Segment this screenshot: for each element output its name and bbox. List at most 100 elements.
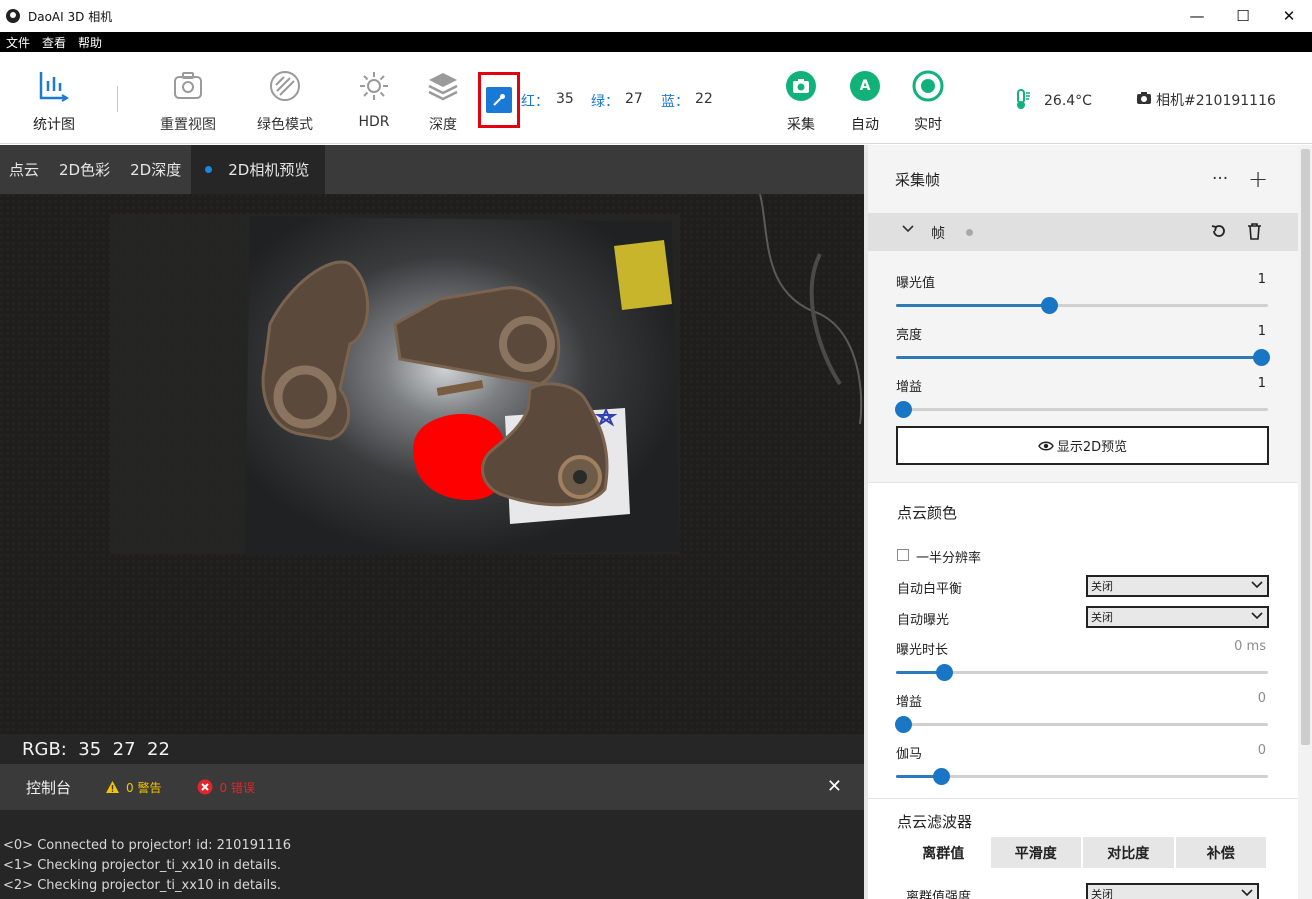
gain-track[interactable] <box>895 401 1268 418</box>
tab-2d-depth[interactable]: 2D深度 <box>120 145 191 194</box>
menu-bar: 文件 查看 帮助 <box>0 32 1312 52</box>
frame-row[interactable]: 帧 <box>868 213 1298 251</box>
log-line: <2> Checking projector_ti_xx10 in detail… <box>3 878 282 893</box>
panel-scrollbar-thumb[interactable] <box>1301 149 1310 745</box>
toolbar-separator <box>117 86 118 112</box>
more-options-icon[interactable]: ··· <box>1212 169 1228 189</box>
rgb-status-text: RGB: 35 27 22 <box>22 738 170 760</box>
capture-label: 采集 <box>787 117 815 133</box>
gamma-track[interactable] <box>896 768 1268 785</box>
frame-status-dot <box>966 229 973 236</box>
hdr-button[interactable]: HDR <box>334 66 414 130</box>
stats-button[interactable]: 统计图 <box>14 66 94 134</box>
thermometer-icon <box>1012 88 1032 114</box>
log-line: <1> Checking projector_ti_xx10 in detail… <box>3 858 282 873</box>
awb-label: 自动白平衡 <box>897 582 963 597</box>
tab-point-cloud[interactable]: 点云 <box>0 145 49 194</box>
chevron-down-icon[interactable] <box>902 222 914 238</box>
exposure-time-label: 曝光时长 <box>896 643 949 658</box>
blue-label: 蓝： <box>661 94 689 110</box>
exposure-track[interactable] <box>896 297 1268 314</box>
eyedropper-icon <box>486 87 512 113</box>
errors-filter[interactable]: 0 错误 <box>197 779 255 796</box>
show-2d-preview-button[interactable]: 显示2D预览 <box>896 426 1269 465</box>
red-value: 35 <box>556 91 574 107</box>
green-mode-button[interactable]: 绿色模式 <box>245 66 325 134</box>
add-frame-icon[interactable]: + <box>1248 165 1268 193</box>
point-filter-title: 点云滤波器 <box>897 813 973 831</box>
green-label: 绿： <box>591 94 619 110</box>
auto-letter: A <box>859 78 871 94</box>
exposure-label: 曝光值 <box>896 276 936 291</box>
capture-frame-title: 采集帧 <box>895 171 941 189</box>
console-close-icon[interactable]: ✕ <box>827 776 842 797</box>
tab-2d-color[interactable]: 2D色彩 <box>49 145 120 194</box>
minimize-button[interactable]: — <box>1174 0 1220 32</box>
window-controls: — ☐ ✕ <box>1174 0 1312 32</box>
camera-preview-view[interactable] <box>0 194 864 734</box>
auto-label: 自动 <box>851 117 879 133</box>
warnings-filter[interactable]: 0 警告 <box>105 779 161 796</box>
app-window: DaoAI 3D 相机 — ☐ ✕ 文件 查看 帮助 统计图 重置视图 绿色模式… <box>0 0 1312 899</box>
show-2d-preview-label: 显示2D预览 <box>1056 440 1128 455</box>
filter-tabs: 离群值 平滑度 对比度 补偿 <box>898 837 1268 868</box>
depth-label: 深度 <box>429 117 457 133</box>
brightness-track[interactable] <box>896 349 1270 366</box>
chevron-down-icon <box>1241 886 1253 899</box>
tab-2d-camera-preview-label: 2D相机预览 <box>228 161 310 179</box>
tab-smoothness[interactable]: 平滑度 <box>990 837 1081 868</box>
menu-file[interactable]: 文件 <box>6 34 30 51</box>
eye-icon <box>1038 441 1054 450</box>
stripes-circle-icon <box>268 66 302 106</box>
tab-outlier[interactable]: 离群值 <box>898 837 989 868</box>
exposure-handle[interactable] <box>1040 297 1058 314</box>
brightness-handle[interactable] <box>1252 349 1270 366</box>
point-color-section: 点云颜色 一半分辨率 自动白平衡 关闭 自动曝光 关闭 曝光时长 0 ms 增益… <box>868 482 1298 798</box>
gamma-label: 伽马 <box>896 747 923 762</box>
exposure-time-handle[interactable] <box>936 664 954 681</box>
exposure-time-track[interactable] <box>896 664 1268 681</box>
ae-select[interactable]: 关闭 <box>1086 606 1269 628</box>
reset-view-label: 重置视图 <box>160 117 216 133</box>
close-window-button[interactable]: ✕ <box>1266 0 1312 32</box>
brightness-fill <box>896 356 1261 359</box>
depth-button[interactable]: 深度 <box>403 66 483 134</box>
view-tabs: 点云 2D色彩 2D深度 2D相机预览 <box>0 145 864 194</box>
awb-select[interactable]: 关闭 <box>1086 575 1269 597</box>
camera-small-icon <box>1136 91 1152 109</box>
gamma-value: 0 <box>1257 743 1266 758</box>
tab-compensation[interactable]: 补偿 <box>1175 837 1266 868</box>
gamma-handle[interactable] <box>932 768 950 785</box>
color-gain-handle[interactable] <box>895 716 913 733</box>
tab-2d-camera-preview[interactable]: 2D相机预览 <box>191 145 326 194</box>
menu-help[interactable]: 帮助 <box>78 34 102 51</box>
gain-handle[interactable] <box>895 401 913 418</box>
warnings-count: 0 警告 <box>126 780 162 795</box>
trash-icon[interactable] <box>1247 223 1262 244</box>
stats-label: 统计图 <box>33 117 75 133</box>
reset-view-button[interactable]: 重置视图 <box>148 66 228 134</box>
chevron-down-icon <box>1251 578 1263 593</box>
temperature-value: 26.4°C <box>1044 93 1092 109</box>
capture-frame-section: 采集帧 ··· + 帧 曝光值 1 亮度 1 增益 1 显示2D预览 <box>868 145 1298 482</box>
sun-icon <box>357 66 391 106</box>
half-resolution-label: 一半分辨率 <box>916 551 982 566</box>
color-gain-track[interactable] <box>895 716 1268 733</box>
live-button[interactable]: 实时 <box>888 66 968 134</box>
half-resolution-checkbox[interactable] <box>897 549 909 561</box>
brightness-value: 1 <box>1257 324 1266 339</box>
point-filter-section: 点云滤波器 离群值 平滑度 对比度 补偿 离群值强度 关闭 <box>868 798 1298 899</box>
menu-view[interactable]: 查看 <box>42 34 66 51</box>
camera-preview-image <box>0 194 864 734</box>
awb-value: 关闭 <box>1091 580 1113 593</box>
maximize-button[interactable]: ☐ <box>1220 0 1266 32</box>
outlier-strength-select[interactable]: 关闭 <box>1086 883 1259 899</box>
green-value: 27 <box>625 91 643 107</box>
undo-icon[interactable] <box>1210 223 1227 244</box>
color-picker-button[interactable] <box>478 72 520 128</box>
tab-contrast[interactable]: 对比度 <box>1083 837 1174 868</box>
chevron-down-icon <box>1251 609 1263 624</box>
ae-value: 关闭 <box>1091 611 1113 624</box>
panel-scrollbar[interactable] <box>1298 145 1312 899</box>
bar-chart-icon <box>37 66 71 106</box>
